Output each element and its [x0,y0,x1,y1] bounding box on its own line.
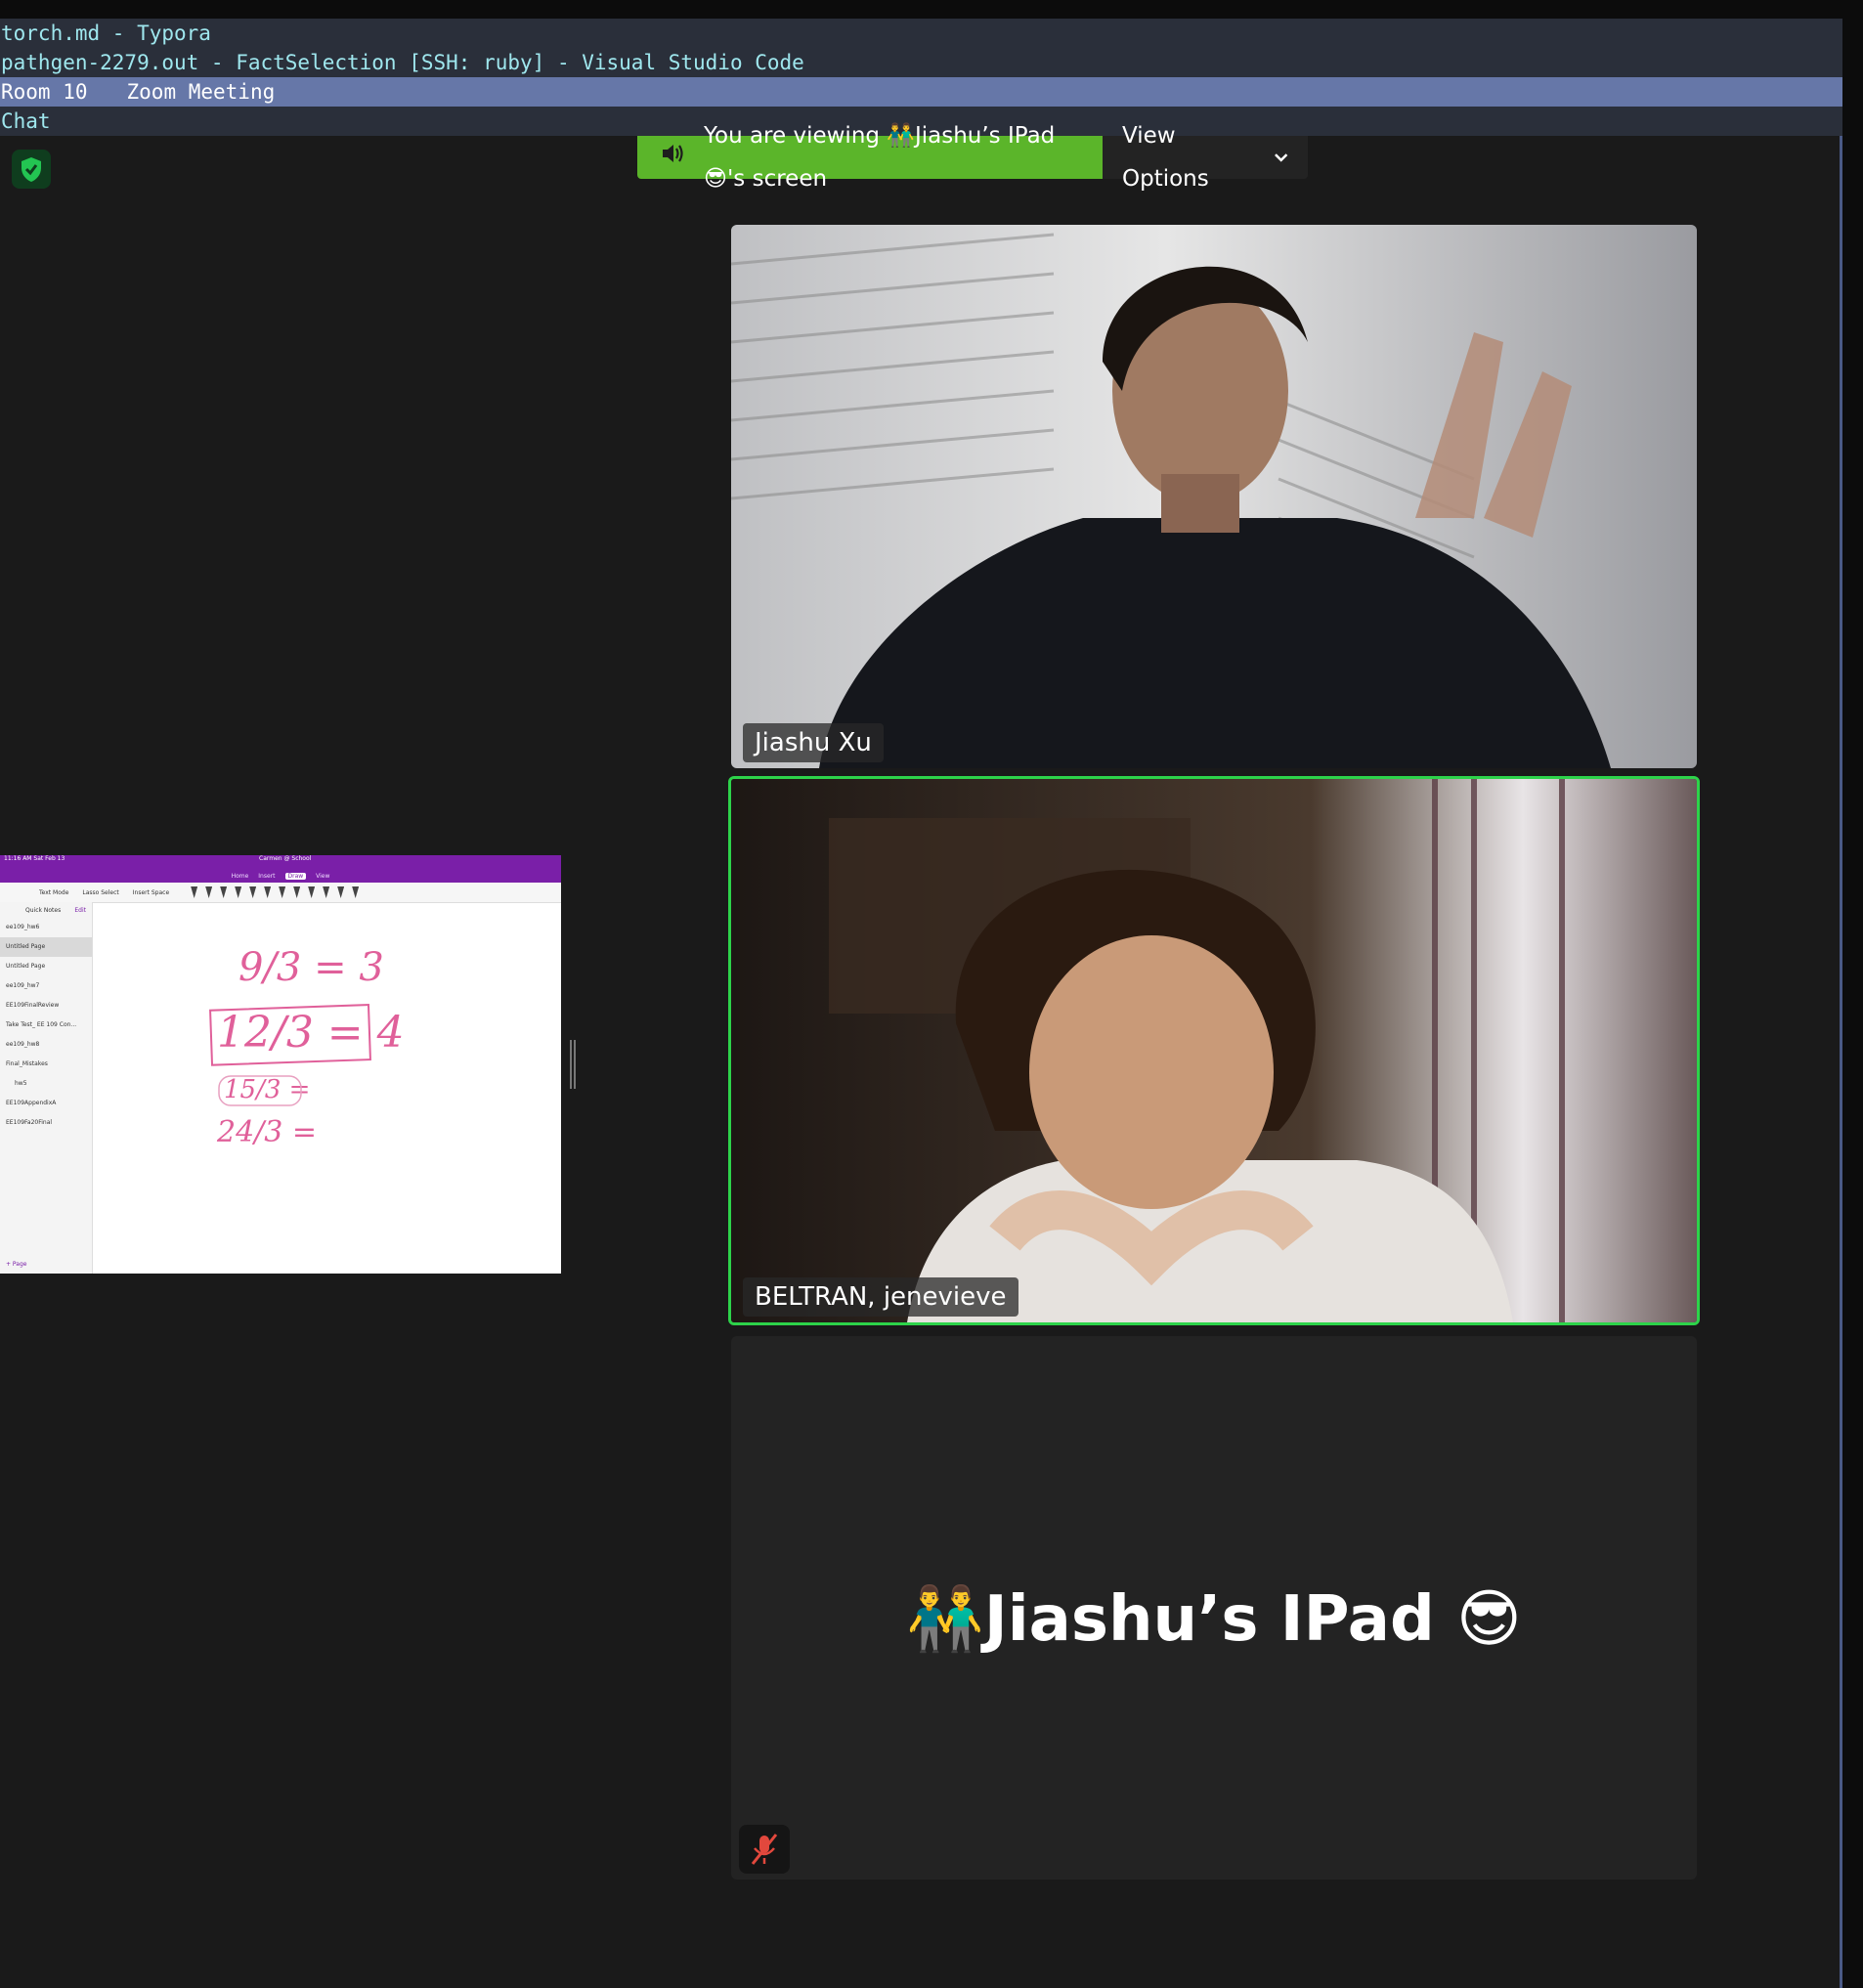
viewing-text: You are viewing 👬Jiashu’s IPad 😎's scree… [704,123,1056,192]
video-feed [731,779,1697,1322]
window-item-zoom[interactable]: Room 10 Zoom Meeting [0,77,1842,107]
tool-lasso-select[interactable]: Lasso Select [82,889,118,896]
handwriting-line: 9/3 = 3 [238,945,384,990]
window-item-vscode[interactable]: pathgen-2279.out - FactSelection [SSH: r… [0,48,1842,77]
video-feed [731,225,1697,768]
page-list-title: Quick Notes [25,906,62,914]
add-page-button[interactable]: + Page [6,1261,26,1268]
video-tile[interactable]: Jiashu Xu [731,225,1697,768]
participant-name-label: BELTRAN, jenevieve [743,1277,1018,1317]
page-item[interactable]: Untitled Page [0,957,92,976]
page-item[interactable]: ee109_hw8 [0,1035,92,1055]
window-item-zoom-room: Room 10 [1,80,88,104]
onenote-notebook-title: Carmen @ School [259,855,312,862]
page-item[interactable]: EE109FinalReview [0,996,92,1016]
onenote-draw-toolbar: Text Mode Lasso Select Insert Space [0,883,561,903]
security-shield-icon[interactable] [12,150,51,189]
page-item[interactable]: Final_Mistakes [0,1055,92,1074]
onenote-tab-insert[interactable]: Insert [258,873,275,880]
viewing-banner: You are viewing 👬Jiashu’s IPad 😎's scree… [637,123,1103,192]
view-options-label: View Options [1122,123,1209,192]
page-item[interactable]: Untitled Page [0,937,92,957]
tool-insert-space[interactable]: Insert Space [133,889,169,896]
participant-name-label: Jiashu Xu [743,723,884,762]
page-item[interactable]: ee109_hw7 [0,976,92,996]
screen-share-bar: You are viewing 👬Jiashu’s IPad 😎's scree… [637,123,1308,192]
chevron-down-icon [1274,153,1287,162]
tool-text-mode[interactable]: Text Mode [39,889,68,896]
pen-tray[interactable] [191,886,360,898]
page-list-header: Quick Notes Edit [0,902,92,918]
window-border [1840,136,1842,1988]
panel-resize-handle[interactable] [570,1040,576,1089]
video-tile-active-speaker[interactable]: BELTRAN, jenevieve [728,776,1700,1325]
onenote-tab-view[interactable]: View [316,873,329,880]
onenote-tab-home[interactable]: Home [232,873,249,880]
page-item[interactable]: EE109Fa20Final [0,1113,92,1133]
mic-muted-icon [739,1825,790,1874]
zoom-meeting-window: You are viewing 👬Jiashu’s IPad 😎's scree… [0,123,1840,1988]
page-item[interactable]: EE109AppendixA [0,1094,92,1113]
window-item-zoom-title: Zoom Meeting [126,80,276,104]
ipad-status-time: 11:16 AM Sat Feb 13 [4,855,65,862]
participant-display-name: 👬Jiashu’s IPad 😎 [906,1583,1522,1656]
shared-screen[interactable]: 11:16 AM Sat Feb 13 Carmen @ School Home… [0,855,561,1274]
page-list-edit[interactable]: Edit [74,907,86,914]
handwriting-line: 12/3 = 4 [217,1008,405,1058]
handwriting-canvas: 9/3 = 3 12/3 = 4 15/3 = 24/3 = [209,945,405,1149]
page-item[interactable]: Take Test_ EE 109 Con... [0,1016,92,1035]
handwriting-line: 24/3 = [216,1115,317,1149]
view-options-button[interactable]: View Options [1103,123,1308,192]
onenote-tab-bar: Home Insert Draw View [0,869,561,883]
page-item[interactable]: hw5 [0,1074,92,1094]
participant-tile-no-video[interactable]: 👬Jiashu’s IPad 😎 [731,1336,1697,1880]
onenote-tab-draw[interactable]: Draw [284,872,307,880]
page-item[interactable]: ee109_hw6 [0,918,92,937]
window-item-typora[interactable]: torch.md - Typora [0,19,1842,48]
speaker-icon[interactable] [661,136,686,179]
ipad-status-bar: 11:16 AM Sat Feb 13 Carmen @ School [0,855,561,869]
onenote-page-list: Quick Notes Edit ee109_hw6 Untitled Page… [0,902,93,1274]
